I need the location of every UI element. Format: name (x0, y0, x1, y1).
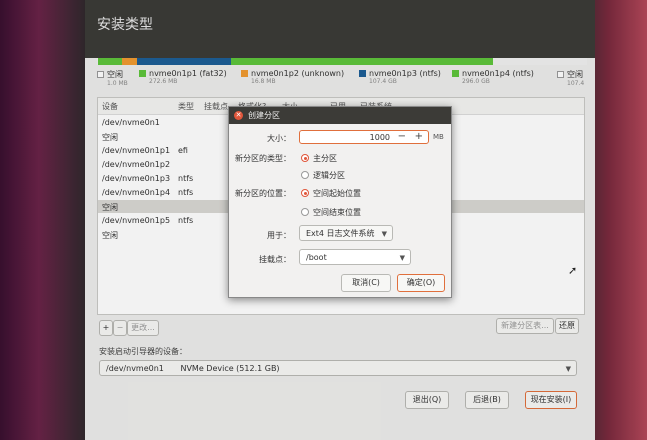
legend-name: 空闲 (567, 70, 583, 79)
create-partition-dialog: ✕ 创建分区 大小： 1000 − + MB 新分区的类型： 主分区 逻辑分区 … (228, 106, 452, 298)
remove-partition-button[interactable]: − (113, 320, 127, 336)
legend-item-p3: nvme0n1p3 (ntfs) 107.4 GB (359, 69, 441, 85)
partition-bar-segment (136, 58, 232, 65)
legend-size: 16.8 MB (251, 78, 276, 85)
size-stepper[interactable]: 1000 − + (299, 130, 429, 144)
ok-button[interactable]: 确定(O) (397, 274, 445, 292)
row-type: ntfs (178, 174, 194, 183)
legend-swatch (557, 71, 564, 78)
row-type: ntfs (178, 216, 194, 225)
column-type[interactable]: 类型 (178, 101, 194, 112)
legend-swatch (452, 70, 459, 77)
change-partition-button[interactable]: 更改... (127, 320, 159, 336)
legend-size: 296.0 GB (462, 78, 490, 85)
partition-bar-segment (97, 58, 122, 65)
bootloader-description: NVMe Device (512.1 GB) (180, 364, 280, 373)
use-as-select[interactable]: Ext4 日志文件系统 ▼ (299, 225, 393, 241)
legend-swatch (97, 71, 104, 78)
cancel-button[interactable]: 取消(C) (341, 274, 391, 292)
legend-item-free-end: 空闲 107.4 (557, 69, 584, 87)
row-device: 空闲 (102, 133, 118, 142)
type-primary-label[interactable]: 主分区 (313, 153, 337, 164)
legend-item-p2: nvme0n1p2 (unknown) 16.8 MB (241, 69, 344, 85)
partition-bar (97, 58, 588, 65)
row-device: 空闲 (102, 203, 118, 212)
location-start-radio[interactable] (301, 189, 309, 197)
back-button[interactable]: 后退(B) (465, 391, 509, 409)
type-logical-radio[interactable] (301, 171, 309, 179)
legend-size: 107.4 (567, 80, 585, 87)
dialog-titlebar: ✕ 创建分区 (229, 107, 451, 124)
partition-bar-segment (121, 58, 137, 65)
legend-swatch (139, 70, 146, 77)
legend-name: nvme0n1p4 (ntfs) (462, 69, 534, 78)
size-unit: MB (433, 133, 444, 141)
legend-swatch (359, 70, 366, 77)
legend-name: 空闲 (107, 70, 123, 79)
legend-swatch (241, 70, 248, 77)
dialog-title: 创建分区 (248, 111, 280, 120)
new-partition-table-button[interactable]: 新建分区表... (496, 318, 554, 334)
row-device: /dev/nvme0n1p1 (102, 146, 171, 155)
add-partition-button[interactable]: + (99, 320, 113, 336)
mouse-pointer-icon: ➚ (568, 264, 578, 277)
legend-size: 107.4 GB (369, 78, 397, 85)
bootloader-device-select[interactable]: /dev/nvme0n1 NVMe Device (512.1 GB) ▼ (99, 360, 577, 376)
type-label: 新分区的类型： (235, 154, 291, 163)
mount-point-combo[interactable]: /boot ▼ (299, 249, 411, 265)
row-device: 空闲 (102, 231, 118, 240)
legend-name: nvme0n1p2 (unknown) (251, 69, 345, 78)
row-device: /dev/nvme0n1p4 (102, 188, 171, 197)
location-end-radio[interactable] (301, 208, 309, 216)
size-label: 大小： (267, 134, 291, 143)
chevron-down-icon: ▼ (565, 365, 571, 373)
bootloader-label: 安装启动引导器的设备： (99, 347, 187, 356)
mount-point-value[interactable]: /boot (306, 253, 327, 262)
size-increment-button[interactable]: + (415, 131, 423, 143)
legend-name: nvme0n1p1 (fat32) (149, 69, 227, 78)
legend-name: nvme0n1p3 (ntfs) (369, 69, 441, 78)
size-decrement-button[interactable]: − (398, 131, 406, 143)
legend-item-p1: nvme0n1p1 (fat32) 272.6 MB (139, 69, 227, 85)
legend-size: 272.6 MB (149, 78, 178, 85)
type-logical-label[interactable]: 逻辑分区 (313, 170, 345, 181)
mount-point-label: 挂载点： (259, 255, 291, 264)
column-device[interactable]: 设备 (102, 101, 118, 112)
chevron-down-icon[interactable]: ▼ (400, 250, 405, 266)
size-value: 1000 (369, 133, 390, 142)
row-type: efi (178, 146, 188, 155)
location-end-label[interactable]: 空间结束位置 (313, 207, 361, 218)
use-as-label: 用于： (267, 231, 291, 240)
location-start-label[interactable]: 空间起始位置 (313, 188, 361, 199)
window-titlebar: 安装类型 (85, 0, 595, 58)
row-device: /dev/nvme0n1p2 (102, 160, 171, 169)
row-device: /dev/nvme0n1p3 (102, 174, 171, 183)
partition-bar-segment (492, 58, 588, 65)
row-device: /dev/nvme0n1 (102, 118, 160, 127)
column-mount[interactable]: 挂载点 (204, 101, 228, 112)
row-type: ntfs (178, 188, 194, 197)
row-device: /dev/nvme0n1p5 (102, 216, 171, 225)
partition-legend: 空闲 1.0 MB nvme0n1p1 (fat32) 272.6 MB nvm… (97, 69, 587, 91)
chevron-down-icon: ▼ (381, 230, 387, 238)
location-label: 新分区的位置： (235, 189, 291, 198)
type-primary-radio[interactable] (301, 154, 309, 162)
legend-item-free: 空闲 1.0 MB (97, 69, 128, 87)
legend-size: 1.0 MB (107, 80, 128, 87)
quit-button[interactable]: 退出(Q) (405, 391, 449, 409)
legend-item-p4: nvme0n1p4 (ntfs) 296.0 GB (452, 69, 534, 85)
close-icon[interactable]: ✕ (234, 111, 243, 120)
bootloader-device: /dev/nvme0n1 (106, 364, 164, 373)
window-title: 安装类型 (97, 17, 153, 33)
install-now-button[interactable]: 现在安装(I) (525, 391, 577, 409)
revert-button[interactable]: 还原 (555, 318, 579, 334)
use-as-value: Ext4 日志文件系统 (306, 229, 375, 238)
partition-bar-segment (231, 58, 493, 65)
